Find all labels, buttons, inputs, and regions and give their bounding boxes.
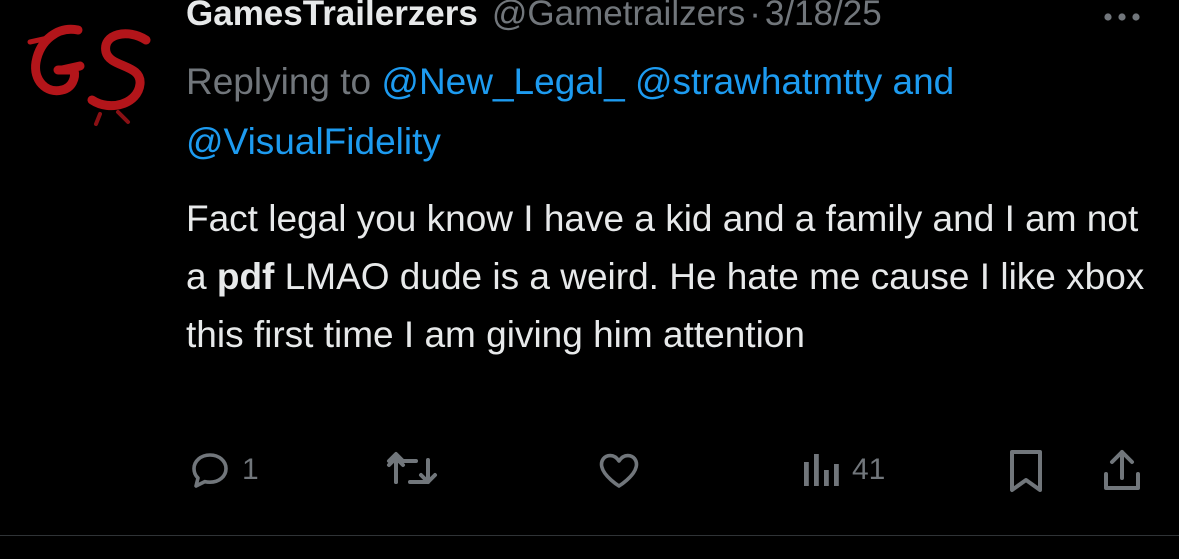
views-count: 41 <box>852 453 886 486</box>
reply-icon <box>192 453 228 488</box>
mention-strawhatmtty[interactable]: @strawhatmtty <box>635 61 882 102</box>
reply-count: 1 <box>242 453 259 486</box>
share-icon <box>1104 450 1140 490</box>
views-button[interactable]: 41 <box>800 440 885 500</box>
author-handle[interactable]: @Gametrailzers <box>492 0 745 34</box>
tweet-date[interactable]: 3/18/25 <box>765 0 882 34</box>
mention-visualfidelity[interactable]: @VisualFidelity <box>186 121 441 162</box>
more-icon <box>1104 13 1140 21</box>
views-icon <box>804 454 839 486</box>
more-button[interactable] <box>1100 2 1144 32</box>
like-icon <box>599 453 639 488</box>
action-bar: 1 41 <box>0 440 1179 500</box>
tweet-text-bold: pdf <box>216 256 275 297</box>
mention-new-legal[interactable]: @New_Legal_ <box>381 61 624 102</box>
retweet-button[interactable] <box>384 440 442 500</box>
tweet-text: Fact legal you know I have a kid and a f… <box>186 190 1166 364</box>
replying-to-label: Replying to <box>186 61 372 102</box>
author-name[interactable]: GamesTrailerzers <box>186 0 478 34</box>
reply-and: and <box>892 61 955 102</box>
bookmark-button[interactable] <box>1006 440 1046 500</box>
bookmark-icon <box>1010 450 1042 492</box>
separator-dot: · <box>749 0 761 33</box>
retweet-icon <box>387 452 437 484</box>
replying-to: Replying to @New_Legal_ @strawhatmtty an… <box>186 52 1146 172</box>
tweet-header: GamesTrailerzers @Gametrailzers · 3/18/2… <box>186 0 882 44</box>
gs-logo-icon <box>27 24 151 126</box>
tweet-text-part-2: LMAO dude is a weird. He hate me cause I… <box>186 256 1145 355</box>
avatar[interactable] <box>18 18 168 128</box>
divider <box>0 535 1179 536</box>
like-button[interactable] <box>594 440 644 500</box>
reply-button[interactable]: 1 <box>186 440 259 500</box>
share-button[interactable] <box>1100 440 1144 500</box>
